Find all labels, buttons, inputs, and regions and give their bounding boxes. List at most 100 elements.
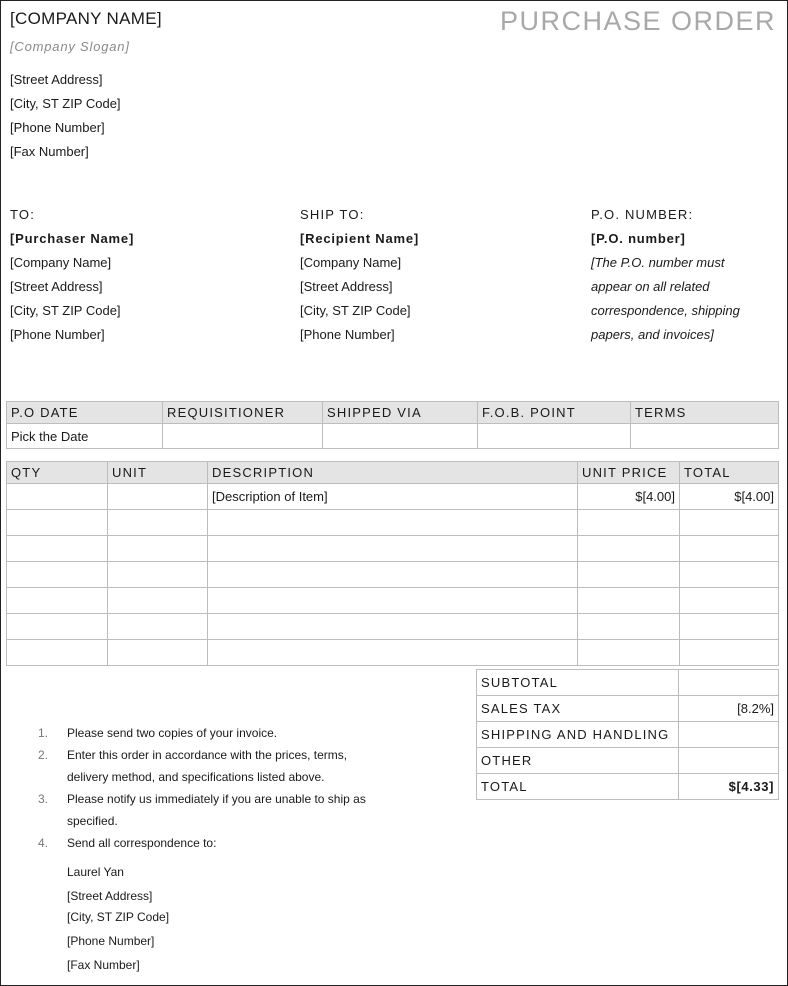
grand-total-label: TOTAL — [476, 773, 679, 800]
sales-tax-label: SALES TAX — [476, 695, 679, 722]
other-value[interactable] — [678, 747, 779, 774]
qty-cell[interactable] — [6, 509, 108, 536]
terms-field[interactable] — [630, 423, 779, 449]
order-info-header-row: P.O DATE REQUISITIONER SHIPPED VIA F.O.B… — [6, 401, 779, 424]
sales-tax-value[interactable]: [8.2%] — [678, 695, 779, 722]
table-row — [6, 587, 779, 614]
shipping-handling-value[interactable] — [678, 721, 779, 748]
unit-price-cell[interactable] — [577, 509, 680, 536]
header-description: DESCRIPTION — [207, 461, 578, 484]
list-item: 2. Enter this order in accordance with th… — [38, 744, 368, 788]
list-text: Please send two copies of your invoice. — [67, 726, 278, 740]
description-cell[interactable] — [207, 509, 578, 536]
unit-price-cell[interactable] — [577, 535, 680, 562]
unit-cell[interactable] — [107, 535, 208, 562]
ship-to-city[interactable]: [City, ST ZIP Code] — [300, 299, 419, 323]
purchaser-name[interactable]: [Purchaser Name] — [10, 227, 134, 251]
shipped-via-field[interactable] — [322, 423, 478, 449]
ship-to-company[interactable]: [Company Name] — [300, 251, 419, 275]
header-qty: QTY — [6, 461, 108, 484]
line-total-cell[interactable]: $[4.00] — [679, 483, 779, 510]
unit-price-cell[interactable] — [577, 587, 680, 614]
list-text: Please notify us immediately if you are … — [67, 792, 366, 828]
unit-cell[interactable] — [107, 639, 208, 666]
ship-to-phone[interactable]: [Phone Number] — [300, 323, 419, 347]
description-cell[interactable] — [207, 587, 578, 614]
unit-cell[interactable] — [107, 483, 208, 510]
recipient-name[interactable]: [Recipient Name] — [300, 227, 419, 251]
list-item: 3. Please notify us immediately if you ar… — [38, 788, 368, 832]
table-row — [6, 613, 779, 640]
requisitioner-field[interactable] — [162, 423, 323, 449]
line-items-header-row: QTY UNIT DESCRIPTION UNIT PRICE TOTAL — [6, 461, 779, 484]
header-unit-price: UNIT PRICE — [577, 461, 680, 484]
list-number: 2. — [38, 748, 49, 762]
contact-fax[interactable]: [Fax Number] — [67, 953, 169, 977]
contact-phone[interactable]: [Phone Number] — [67, 929, 169, 953]
list-text: Send all correspondence to: — [67, 836, 217, 850]
table-row: [Description of Item] $[4.00] $[4.00] — [6, 483, 779, 510]
po-note-line: [The P.O. number must — [591, 255, 725, 270]
line-total-cell[interactable] — [679, 587, 779, 614]
line-total-cell[interactable] — [679, 613, 779, 640]
subtotal-label: SUBTOTAL — [476, 669, 679, 696]
fob-point-field[interactable] — [477, 423, 631, 449]
totals-table: SUBTOTAL SALES TAX [8.2%] SHIPPING AND H… — [476, 669, 779, 800]
to-phone[interactable]: [Phone Number] — [10, 323, 134, 347]
ship-to-label: SHIP TO: — [300, 207, 365, 222]
contact-name[interactable]: Laurel Yan — [67, 860, 169, 884]
contact-city[interactable]: [City, ST ZIP Code] — [67, 905, 169, 929]
unit-price-cell[interactable]: $[4.00] — [577, 483, 680, 510]
company-street[interactable]: [Street Address] — [10, 72, 103, 87]
unit-cell[interactable] — [107, 561, 208, 588]
unit-cell[interactable] — [107, 509, 208, 536]
company-fax[interactable]: [Fax Number] — [10, 144, 89, 159]
company-city[interactable]: [City, ST ZIP Code] — [10, 96, 121, 111]
list-number: 4. — [38, 836, 49, 850]
po-date-field[interactable]: Pick the Date — [6, 423, 163, 449]
line-total-cell[interactable] — [679, 561, 779, 588]
line-total-cell[interactable] — [679, 509, 779, 536]
company-slogan[interactable]: [Company Slogan] — [10, 39, 130, 54]
po-number-value[interactable]: [P.O. number] — [591, 227, 740, 251]
to-street[interactable]: [Street Address] — [10, 275, 134, 299]
qty-cell[interactable] — [6, 561, 108, 588]
list-text: Enter this order in accordance with the … — [67, 748, 348, 784]
description-cell[interactable] — [207, 535, 578, 562]
list-number: 3. — [38, 792, 49, 806]
order-info-table: P.O DATE REQUISITIONER SHIPPED VIA F.O.B… — [6, 401, 779, 449]
list-number: 1. — [38, 726, 49, 740]
qty-cell[interactable] — [6, 613, 108, 640]
to-city[interactable]: [City, ST ZIP Code] — [10, 299, 134, 323]
unit-cell[interactable] — [107, 587, 208, 614]
company-name[interactable]: [COMPANY NAME] — [10, 9, 162, 29]
description-cell[interactable] — [207, 613, 578, 640]
line-total-cell[interactable] — [679, 639, 779, 666]
po-note-line: papers, and invoices] — [591, 327, 714, 342]
grand-total-value[interactable]: $[4.33] — [678, 773, 779, 800]
line-total-cell[interactable] — [679, 535, 779, 562]
document-title: PURCHASE ORDER — [499, 6, 776, 36]
unit-price-cell[interactable] — [577, 639, 680, 666]
po-number-label: P.O. NUMBER: — [591, 207, 694, 222]
description-cell[interactable] — [207, 639, 578, 666]
unit-price-cell[interactable] — [577, 613, 680, 640]
header-requisitioner: REQUISITIONER — [162, 401, 323, 424]
unit-price-cell[interactable] — [577, 561, 680, 588]
company-phone[interactable]: [Phone Number] — [10, 120, 105, 135]
correspondence-contact: Laurel Yan [Street Address] [City, ST ZI… — [67, 860, 169, 977]
to-company[interactable]: [Company Name] — [10, 251, 134, 275]
ship-to-street[interactable]: [Street Address] — [300, 275, 419, 299]
subtotal-value[interactable] — [678, 669, 779, 696]
qty-cell[interactable] — [6, 587, 108, 614]
description-cell[interactable]: [Description of Item] — [207, 483, 578, 510]
ship-to-block: SHIP TO: [Recipient Name] [Company Name]… — [300, 203, 419, 347]
unit-cell[interactable] — [107, 613, 208, 640]
qty-cell[interactable] — [6, 639, 108, 666]
shipping-handling-label: SHIPPING AND HANDLING — [476, 721, 679, 748]
qty-cell[interactable] — [6, 483, 108, 510]
qty-cell[interactable] — [6, 535, 108, 562]
header-total: TOTAL — [679, 461, 779, 484]
description-cell[interactable] — [207, 561, 578, 588]
table-row — [6, 535, 779, 562]
